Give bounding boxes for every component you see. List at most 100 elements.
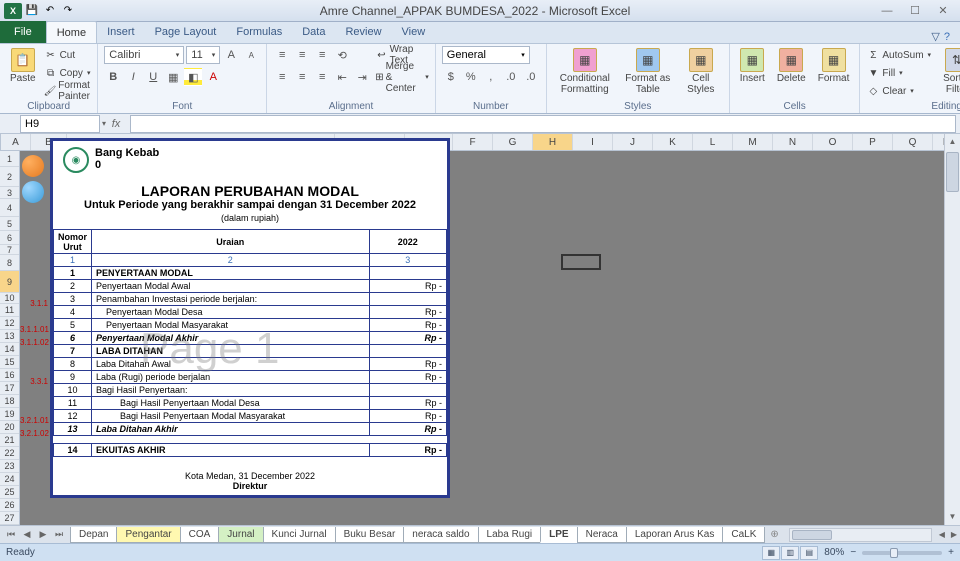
row-header-17[interactable]: 17 (0, 382, 19, 395)
name-box[interactable]: H9 (20, 115, 100, 133)
col-header-Q[interactable]: Q (893, 134, 933, 150)
number-format-combo[interactable]: General▾ (442, 46, 530, 64)
row-header-2[interactable]: 2 (0, 167, 19, 187)
horizontal-scrollbar[interactable] (789, 528, 932, 542)
row-header-5[interactable]: 5 (0, 217, 19, 231)
vscroll-thumb[interactable] (946, 152, 959, 192)
comma-icon[interactable]: , (482, 68, 500, 86)
tab-prev-icon[interactable]: ◀ (20, 529, 34, 540)
dec-decimal-icon[interactable]: .0 (522, 68, 540, 86)
undo-icon[interactable]: ↶ (42, 3, 58, 19)
percent-icon[interactable]: % (462, 68, 480, 86)
zoom-thumb[interactable] (890, 548, 898, 558)
cell-styles-button[interactable]: ▦Cell Styles (679, 46, 723, 97)
row-header-14[interactable]: 14 (0, 343, 19, 356)
help-icon[interactable]: ? (944, 31, 950, 43)
align-top-icon[interactable]: ≡ (273, 46, 291, 64)
blue-ball-icon[interactable] (22, 181, 44, 203)
autosum-button[interactable]: ΣAutoSum▾ (866, 46, 931, 64)
row-header-25[interactable]: 25 (0, 486, 19, 499)
sheet-tab-jurnal[interactable]: Jurnal (218, 527, 263, 543)
fx-icon[interactable]: fx (106, 118, 126, 130)
align-center-icon[interactable]: ≡ (293, 68, 311, 86)
border-button[interactable]: ▦ (164, 68, 182, 86)
scroll-left-icon[interactable]: ◀ (936, 530, 948, 539)
row-header-18[interactable]: 18 (0, 395, 19, 408)
close-button[interactable]: ✕ (930, 3, 956, 19)
file-tab[interactable]: File (0, 21, 46, 43)
scroll-right-icon[interactable]: ▶ (948, 530, 960, 539)
orange-ball-icon[interactable] (22, 155, 44, 177)
indent-dec-icon[interactable]: ⇤ (333, 68, 351, 86)
insert-cells-button[interactable]: ▦Insert (736, 46, 769, 86)
col-header-J[interactable]: J (613, 134, 653, 150)
row-header-23[interactable]: 23 (0, 460, 19, 473)
col-header-P[interactable]: P (853, 134, 893, 150)
sheet-tab-buku-besar[interactable]: Buku Besar (335, 527, 405, 543)
currency-icon[interactable]: $ (442, 68, 460, 86)
grow-font-icon[interactable]: A (222, 46, 240, 64)
formula-input[interactable] (130, 115, 956, 133)
row-header-12[interactable]: 12 (0, 317, 19, 330)
cond-format-button[interactable]: ▦Conditional Formatting (553, 46, 617, 97)
row-header-19[interactable]: 19 (0, 408, 19, 421)
row-header-1[interactable]: 1 (0, 151, 19, 167)
sort-filter-button[interactable]: ⇅Sort & Filter (935, 46, 960, 97)
sheet-tab-neraca-saldo[interactable]: neraca saldo (403, 527, 478, 543)
italic-button[interactable]: I (124, 68, 142, 86)
align-middle-icon[interactable]: ≡ (293, 46, 311, 64)
sheet-tab-lpe[interactable]: LPE (540, 527, 577, 543)
row-header-15[interactable]: 15 (0, 356, 19, 369)
tab-page-layout[interactable]: Page Layout (145, 21, 227, 43)
format-painter-button[interactable]: 🖌Format Painter (44, 82, 92, 100)
tab-view[interactable]: View (392, 21, 436, 43)
row-header-7[interactable]: 7 (0, 245, 19, 255)
format-table-button[interactable]: ▦Format as Table (621, 46, 675, 97)
restore-button[interactable]: ☐ (902, 3, 928, 19)
row-header-3[interactable]: 3 (0, 187, 19, 199)
scroll-up-icon[interactable]: ▲ (945, 134, 960, 150)
sheet-tab-laba-rugi[interactable]: Laba Rugi (478, 527, 542, 543)
normal-view-button[interactable]: ▦ (762, 546, 780, 560)
tab-last-icon[interactable]: ⏭ (52, 529, 66, 540)
minimize-ribbon-icon[interactable]: ▽ (931, 30, 939, 43)
sheet-tab-pengantar[interactable]: Pengantar (116, 527, 180, 543)
col-header-K[interactable]: K (653, 134, 693, 150)
row-header-20[interactable]: 20 (0, 421, 19, 434)
save-icon[interactable]: 💾 (24, 3, 40, 19)
tab-review[interactable]: Review (335, 21, 391, 43)
clear-button[interactable]: ◇Clear▾ (866, 82, 931, 100)
hscroll-thumb[interactable] (792, 530, 832, 540)
sheet-tab-coa[interactable]: COA (180, 527, 220, 543)
col-header-G[interactable]: G (493, 134, 533, 150)
row-header-9[interactable]: 9 (0, 271, 19, 293)
row-header-10[interactable]: 10 (0, 293, 19, 304)
row-header-26[interactable]: 26 (0, 499, 19, 512)
font-size-combo[interactable]: 11▾ (186, 46, 220, 64)
col-header-F[interactable]: F (453, 134, 493, 150)
col-header-N[interactable]: N (773, 134, 813, 150)
shrink-font-icon[interactable]: A (242, 46, 260, 64)
minimize-button[interactable]: — (874, 3, 900, 19)
tab-home[interactable]: Home (46, 21, 97, 43)
redo-icon[interactable]: ↷ (60, 3, 76, 19)
bold-button[interactable]: B (104, 68, 122, 86)
row-header-21[interactable]: 21 (0, 434, 19, 447)
page-layout-view-button[interactable]: ▥ (781, 546, 799, 560)
fill-color-button[interactable]: ◧ (184, 68, 202, 86)
row-header-24[interactable]: 24 (0, 473, 19, 486)
row-header-27[interactable]: 27 (0, 512, 19, 525)
paste-button[interactable]: 📋 Paste (6, 46, 40, 86)
row-header-6[interactable]: 6 (0, 231, 19, 245)
merge-center-button[interactable]: ⊞Merge & Center▾ (375, 68, 429, 86)
tab-insert[interactable]: Insert (97, 21, 145, 43)
new-sheet-icon[interactable]: ⊕ (764, 529, 784, 540)
col-header-L[interactable]: L (693, 134, 733, 150)
sheet-tab-kunci-jurnal[interactable]: Kunci Jurnal (263, 527, 336, 543)
tab-formulas[interactable]: Formulas (226, 21, 292, 43)
font-name-combo[interactable]: Calibri▾ (104, 46, 184, 64)
tab-first-icon[interactable]: ⏮ (4, 529, 18, 540)
indent-inc-icon[interactable]: ⇥ (353, 68, 371, 86)
col-header-I[interactable]: I (573, 134, 613, 150)
zoom-in-button[interactable]: + (948, 547, 954, 558)
